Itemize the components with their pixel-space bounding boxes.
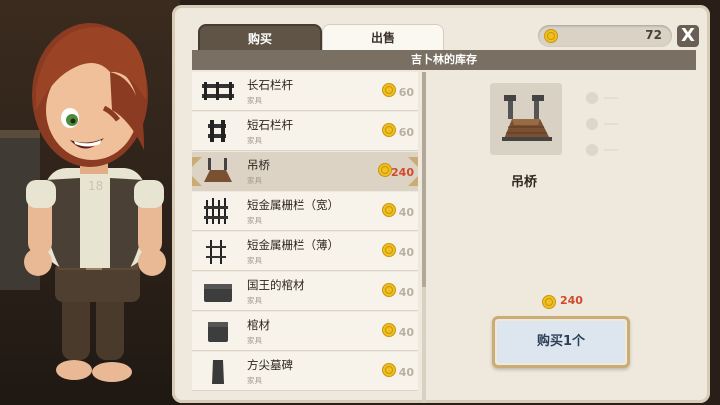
svg-text:18: 18 [88, 179, 103, 193]
obelisk-tombstone-icon [200, 356, 236, 386]
item-category: 家具 [247, 256, 262, 265]
list-item[interactable]: 短金属栅栏（宽） 家具 40 [192, 192, 418, 231]
detail-item-name: 吊桥 [510, 175, 538, 190]
selection-corner [192, 152, 202, 167]
coffin-icon [200, 316, 236, 346]
stone-fence-short-icon [200, 116, 236, 146]
item-price: 60 [398, 86, 414, 99]
close-button[interactable]: X [677, 25, 699, 47]
item-price: 40 [398, 246, 414, 259]
item-price: 40 [398, 206, 414, 219]
item-name: 短石栏杆 [247, 118, 293, 132]
scrollbar-thumb[interactable] [422, 72, 426, 287]
tab-sell[interactable]: 出售 [322, 24, 444, 53]
item-category: 家具 [247, 216, 262, 225]
item-price: 40 [398, 326, 414, 339]
list-item[interactable]: 长石栏杆家具 60 [192, 72, 418, 111]
list-item[interactable]: 方尖墓碑家具 40 [192, 352, 418, 391]
item-name: 国王的棺材 [247, 278, 305, 292]
drawbridge-icon [502, 95, 552, 141]
coin-icon [542, 295, 556, 309]
coin-icon [382, 322, 396, 341]
item-price: 40 [398, 366, 414, 379]
coin-icon [382, 242, 396, 261]
metal-fence-thin-icon [200, 236, 236, 266]
coin-count: 72 [645, 28, 662, 42]
buy-one-button[interactable]: 购买1个 [492, 316, 630, 368]
selection-corner [408, 152, 418, 167]
list-scrollbar[interactable] [422, 72, 426, 403]
stat-value [604, 123, 618, 125]
king-coffin-icon [200, 276, 236, 306]
item-category: 家具 [247, 336, 262, 345]
item-price: 60 [398, 126, 414, 139]
list-item[interactable]: 短石栏杆家具 60 [192, 112, 418, 151]
list-item[interactable]: 棺材家具 40 [192, 312, 418, 351]
item-category: 家具 [247, 96, 262, 105]
item-category: 家具 [247, 296, 262, 305]
selection-corner [408, 176, 418, 191]
item-name: 吊桥 [247, 158, 270, 172]
shop-panel: 购买 出售 72 X 吉卜林的库存 长石栏杆 家具 60 短石栏杆 家具 60 吊桥 家具 24… [172, 5, 710, 403]
item-list[interactable]: 长石栏杆 家具 60 短石栏杆 家具 60 吊桥 家具 240 短金属栅栏（宽） 家具 40 短金属栅栏… [192, 72, 421, 403]
coin-icon [382, 82, 396, 101]
coin-balance: 72 [538, 25, 672, 47]
coin-icon [382, 362, 396, 381]
game-scene: 18 [0, 0, 180, 405]
item-category: 家具 [247, 176, 262, 185]
detail-price: 240 [560, 294, 583, 307]
inventory-title: 吉卜林的库存 [192, 50, 696, 70]
coin-icon [382, 122, 396, 141]
item-category: 家具 [247, 136, 262, 145]
stat-slot [586, 91, 626, 105]
stat-value [604, 149, 618, 151]
tab-buy[interactable]: 购买 [198, 24, 322, 53]
player-character: 18 [24, 23, 166, 382]
drawbridge-icon [200, 156, 236, 186]
item-name: 短金属栅栏（宽） [247, 198, 339, 212]
coin-icon [382, 202, 396, 221]
coin-icon [544, 29, 558, 43]
stat-slot [586, 117, 626, 131]
selection-corner [192, 176, 202, 191]
list-item[interactable]: 短金属栅栏（薄） 家具 40 [192, 232, 418, 271]
stat-dot [586, 92, 598, 104]
detail-item-image [490, 83, 562, 155]
item-price: 40 [398, 286, 414, 299]
item-name: 方尖墓碑 [247, 358, 293, 372]
item-name: 短金属栅栏（薄） [247, 238, 339, 252]
coin-icon [378, 162, 392, 181]
list-item[interactable]: 吊桥 家具 240 [192, 152, 418, 191]
stone-fence-long-icon [200, 76, 236, 106]
coin-icon [382, 282, 396, 301]
item-name: 棺材 [247, 318, 270, 332]
list-item[interactable]: 国王的棺材家具 40 [192, 272, 418, 311]
metal-fence-wide-icon [200, 196, 236, 226]
stat-slot [586, 143, 626, 157]
item-category: 家具 [247, 376, 262, 385]
item-name: 长石栏杆 [247, 78, 293, 92]
stat-value [604, 97, 618, 99]
stat-dot [586, 144, 598, 156]
stat-dot [586, 118, 598, 130]
close-icon: X [681, 25, 695, 46]
